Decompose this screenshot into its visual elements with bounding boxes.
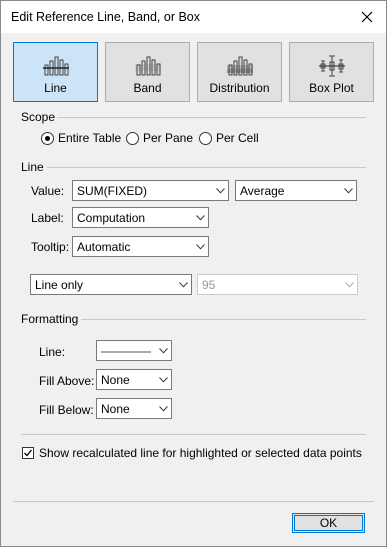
scope-divider xyxy=(57,117,366,118)
scope-per-cell-radio[interactable]: Per Cell xyxy=(199,131,259,145)
chevron-down-icon xyxy=(195,214,205,221)
distribution-type-label: Distribution xyxy=(209,81,270,95)
box-plot-type-button[interactable]: Box Plot xyxy=(289,42,374,102)
box-plot-icon xyxy=(318,55,345,77)
line-style-dropdown[interactable] xyxy=(96,340,172,361)
tooltip-label: Tooltip: xyxy=(31,240,70,254)
recalc-checkbox[interactable] xyxy=(22,447,34,459)
fill-above-text: None xyxy=(101,372,130,387)
tooltip-text: Automatic xyxy=(77,239,131,254)
checkmark-icon xyxy=(24,449,33,457)
radio-unselected-icon xyxy=(199,131,212,145)
chevron-down-icon xyxy=(158,376,168,383)
aggregation-dropdown[interactable]: Average xyxy=(235,180,357,201)
chevron-down-icon xyxy=(343,187,353,194)
formatting-heading: Formatting xyxy=(21,312,79,326)
recalc-label: Show recalculated line for highlighted o… xyxy=(39,446,362,460)
fill-below-dropdown[interactable]: None xyxy=(96,398,172,419)
interval-dropdown[interactable]: Line only xyxy=(30,274,192,295)
line-chart-icon xyxy=(42,56,69,76)
fill-below-text: None xyxy=(101,401,130,416)
band-chart-icon xyxy=(134,56,161,76)
fill-below-label: Fill Below: xyxy=(39,403,94,417)
radio-unselected-icon xyxy=(126,131,139,145)
formatting-divider xyxy=(81,319,366,320)
title-bar: Edit Reference Line, Band, or Box xyxy=(1,1,386,33)
scope-per-pane-label: Per Pane xyxy=(143,131,194,145)
line-style-preview xyxy=(101,344,155,358)
tooltip-dropdown[interactable]: Automatic xyxy=(72,236,209,257)
chevron-down-icon xyxy=(215,187,225,194)
scope-heading: Scope xyxy=(21,110,56,124)
distribution-chart-icon xyxy=(226,56,253,76)
label-dropdown[interactable]: Computation xyxy=(72,207,209,228)
ok-label: OK xyxy=(319,516,338,530)
chevron-down-icon xyxy=(178,281,188,288)
band-type-button[interactable]: Band xyxy=(105,42,190,102)
footer-divider xyxy=(13,501,374,502)
scope-entire-table-label: Entire Table xyxy=(58,131,122,145)
confidence-text: 95 xyxy=(202,277,216,292)
fill-above-label: Fill Above: xyxy=(39,374,95,388)
dialog-title: Edit Reference Line, Band, or Box xyxy=(11,10,201,24)
box-plot-type-label: Box Plot xyxy=(309,81,354,95)
ok-button[interactable]: OK xyxy=(292,513,365,533)
aggregation-text: Average xyxy=(240,183,285,198)
chevron-down-icon xyxy=(158,405,168,412)
close-button[interactable] xyxy=(354,5,380,29)
confidence-dropdown[interactable]: 95 xyxy=(197,274,358,295)
distribution-type-button[interactable]: Distribution xyxy=(197,42,282,102)
edit-reference-line-dialog: Edit Reference Line, Band, or Box Line B… xyxy=(0,0,387,547)
scope-per-pane-radio[interactable]: Per Pane xyxy=(126,131,193,145)
value-label: Value: xyxy=(31,184,65,198)
format-line-label: Line: xyxy=(39,345,66,359)
close-icon xyxy=(361,11,373,23)
interval-text: Line only xyxy=(35,277,84,292)
line-type-label: Line xyxy=(44,81,67,95)
line-divider xyxy=(47,167,366,168)
fill-above-dropdown[interactable]: None xyxy=(96,369,172,390)
radio-selected-icon xyxy=(41,131,54,145)
chevron-down-icon xyxy=(158,347,168,354)
label-label: Label: xyxy=(31,211,64,225)
line-heading: Line xyxy=(21,160,44,174)
line-type-button[interactable]: Line xyxy=(13,42,98,102)
band-type-label: Band xyxy=(133,81,162,95)
chevron-down-icon xyxy=(344,281,354,288)
scope-entire-table-radio[interactable]: Entire Table xyxy=(41,131,121,145)
recalc-divider xyxy=(21,434,366,435)
chevron-down-icon xyxy=(195,243,205,250)
label-text: Computation xyxy=(77,210,146,225)
scope-per-cell-label: Per Cell xyxy=(216,131,259,145)
value-field-text: SUM(FIXED) xyxy=(77,183,147,198)
value-field-dropdown[interactable]: SUM(FIXED) xyxy=(72,180,229,201)
